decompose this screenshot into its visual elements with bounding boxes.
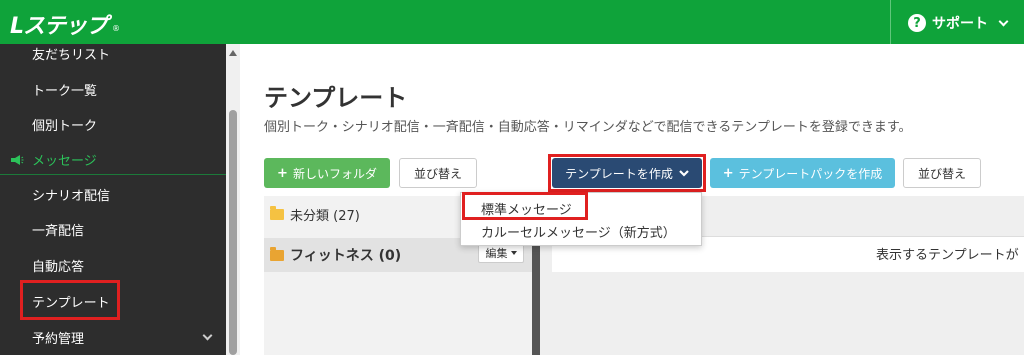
plus-icon: + bbox=[722, 165, 734, 181]
scroll-up-arrow-icon[interactable] bbox=[229, 50, 237, 56]
new-folder-label: 新しいフォルダ bbox=[292, 166, 377, 181]
sidebar-item-scenario[interactable]: シナリオ配信 bbox=[32, 185, 110, 204]
sidebar-item-broadcast[interactable]: 一斉配信 bbox=[32, 220, 84, 239]
logo-text: Lステップ bbox=[10, 14, 108, 39]
plus-icon: + bbox=[277, 165, 288, 181]
template-highlight-outline bbox=[20, 280, 120, 320]
new-folder-button[interactable]: + 新しいフォルダ bbox=[264, 158, 390, 188]
folder-name: 未分類 (27) bbox=[290, 208, 360, 224]
dropdown-item-carousel-message[interactable]: カルーセルメッセージ（新方式） bbox=[481, 222, 676, 241]
edit-label: 編集 bbox=[485, 247, 508, 260]
sidebar-item-reservation[interactable]: 予約管理 bbox=[32, 328, 84, 347]
sidebar-scrollbar[interactable] bbox=[226, 44, 240, 355]
scroll-thumb[interactable] bbox=[229, 110, 237, 355]
support-label: サポート bbox=[932, 16, 988, 32]
help-icon: ? bbox=[908, 14, 926, 32]
chevron-down-icon bbox=[998, 16, 1009, 26]
folder-name: フィットネス (0) bbox=[290, 248, 402, 264]
create-pack-label: テンプレートパックを作成 bbox=[738, 166, 883, 181]
sidebar-item-individual-talk[interactable]: 個別トーク bbox=[32, 115, 97, 134]
folder-open-icon bbox=[270, 246, 284, 261]
section-divider bbox=[0, 174, 226, 175]
standard-message-highlight-outline bbox=[462, 192, 588, 220]
sidebar-item-auto-reply[interactable]: 自動応答 bbox=[32, 256, 84, 275]
support-menu[interactable]: ? サポート bbox=[908, 12, 1009, 34]
sidebar-section-message[interactable]: メッセージ bbox=[10, 150, 97, 169]
create-template-highlight-outline bbox=[548, 154, 706, 192]
sidebar-item-friends-list[interactable]: 友だちリスト bbox=[32, 44, 110, 63]
page-title: テンプレート bbox=[264, 84, 408, 112]
edit-folder-button[interactable]: 編集 bbox=[478, 243, 524, 263]
create-template-pack-button[interactable]: + テンプレートパックを作成 bbox=[710, 158, 895, 188]
caret-down-icon bbox=[510, 251, 517, 255]
topbar-divider bbox=[890, 0, 891, 44]
top-bar: Lステップ ® ? サポート bbox=[0, 0, 1024, 44]
sort-folders-button[interactable]: 並び替え bbox=[399, 158, 477, 188]
folder-icon bbox=[270, 205, 284, 220]
sort-templates-button[interactable]: 並び替え bbox=[903, 158, 981, 188]
sidebar-item-talk-list[interactable]: トーク一覧 bbox=[32, 80, 97, 99]
lstep-logo[interactable]: Lステップ ® bbox=[8, 6, 120, 39]
sidebar-section-label: メッセージ bbox=[32, 154, 97, 169]
empty-message: 表示するテンプレートが bbox=[876, 248, 1019, 263]
registered-mark: ® bbox=[112, 24, 120, 33]
page-description: 個別トーク・シナリオ配信・一斉配信・自動応答・リマインダなどで配信できるテンプレ… bbox=[264, 120, 912, 135]
megaphone-icon bbox=[11, 154, 24, 165]
